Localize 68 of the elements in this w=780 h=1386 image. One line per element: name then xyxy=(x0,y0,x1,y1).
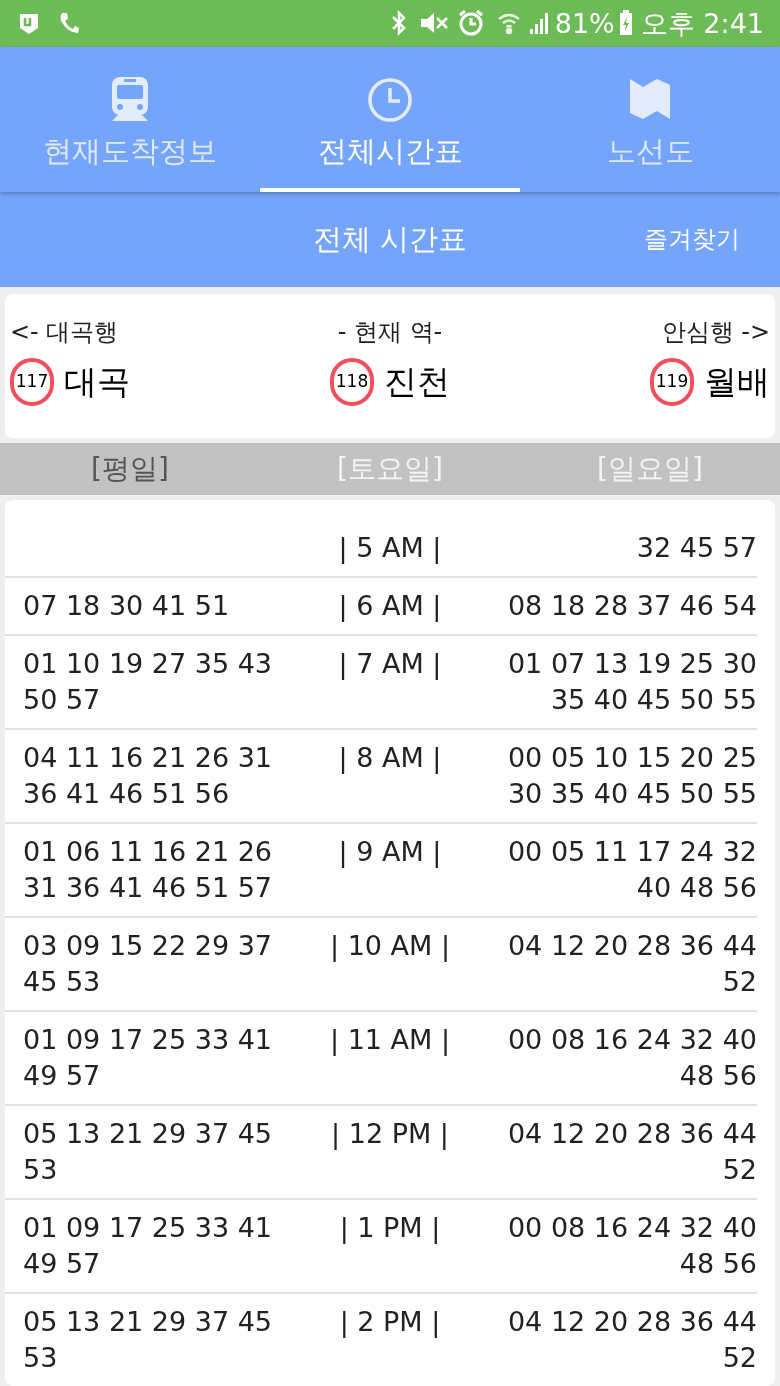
departure-minutes: 08 18 28 37 46 54 xyxy=(507,589,757,623)
hour-label: | 11 AM | xyxy=(329,1023,451,1058)
station-name: 대곡 xyxy=(64,365,130,399)
departure-minutes: 53 xyxy=(23,1153,58,1187)
battery-percent: 81% xyxy=(554,10,615,37)
hour-label: | 10 AM | xyxy=(329,929,451,964)
bluetooth-icon xyxy=(390,10,407,37)
departure-minutes: 04 12 20 28 36 44 xyxy=(507,929,757,963)
departure-minutes: 52 xyxy=(722,1153,757,1187)
departure-minutes: 01 09 17 25 33 41 xyxy=(23,1211,273,1245)
hour-label: | 1 PM | xyxy=(339,1211,441,1246)
departure-minutes: 31 36 41 46 51 57 xyxy=(23,871,273,905)
departure-minutes: 03 09 15 22 29 37 xyxy=(23,929,273,963)
favorites-button[interactable]: 즐겨찾기 xyxy=(644,221,740,258)
wifi-icon xyxy=(496,11,521,36)
day-tab[interactable]: [평일] xyxy=(0,443,260,495)
station-number-badge: 117 xyxy=(10,357,54,406)
direction-label: - 현재 역- xyxy=(337,319,443,344)
departure-minutes: 49 57 xyxy=(23,1059,101,1093)
departure-minutes: 35 40 45 50 55 xyxy=(550,683,757,717)
direction-label: 안심행 -> xyxy=(661,319,770,344)
departure-minutes: 04 12 20 28 36 44 xyxy=(507,1117,757,1151)
departure-minutes: 01 10 19 27 35 43 xyxy=(23,647,273,681)
hour-label: | 2 PM | xyxy=(339,1305,441,1340)
station-name: 진천 xyxy=(384,365,450,399)
hour-label: | 6 AM | xyxy=(338,589,442,624)
station-name: 월배 xyxy=(704,365,770,399)
departure-minutes: 07 18 30 41 51 xyxy=(23,589,230,623)
departure-minutes: 49 57 xyxy=(23,1247,101,1281)
departure-minutes: 04 11 16 21 26 31 xyxy=(23,741,273,775)
departure-minutes: 00 05 11 17 24 32 xyxy=(507,835,757,869)
battery-charging-icon xyxy=(618,10,633,37)
alarm-icon xyxy=(456,9,485,38)
departure-minutes: 53 xyxy=(23,1341,58,1375)
departure-minutes: 00 08 16 24 32 40 xyxy=(507,1211,757,1245)
departure-minutes: 01 07 13 19 25 30 xyxy=(507,647,757,681)
departure-minutes: 04 12 20 28 36 44 xyxy=(507,1305,757,1339)
departure-minutes: 05 13 21 29 37 45 xyxy=(23,1305,273,1339)
page-title: 전체 시간표 xyxy=(312,220,468,258)
station-number-badge: 119 xyxy=(650,357,694,406)
departure-minutes: 50 57 xyxy=(23,683,101,717)
departure-minutes: 40 48 56 xyxy=(636,871,757,905)
hour-label: | 5 AM | xyxy=(338,531,442,566)
direction-label: <- 대곡행 xyxy=(10,319,119,344)
hour-label: | 9 AM | xyxy=(338,835,442,870)
hour-label: | 7 AM | xyxy=(338,647,442,682)
nav-tab[interactable]: 현재도착정보 xyxy=(0,46,260,192)
hour-label: | 8 AM | xyxy=(338,741,442,776)
signal-icon xyxy=(528,11,551,36)
departure-minutes: 52 xyxy=(722,965,757,999)
clock-time: 오후 2:41 xyxy=(640,10,764,37)
departure-minutes: 45 53 xyxy=(23,965,101,999)
departure-minutes: 00 08 16 24 32 40 xyxy=(507,1023,757,1057)
departure-minutes: 48 56 xyxy=(679,1059,757,1093)
nav-tab[interactable]: 노선도 xyxy=(520,46,780,192)
departure-minutes: 01 06 11 16 21 26 xyxy=(23,835,273,869)
departure-minutes: 36 41 46 51 56 xyxy=(23,777,230,811)
departure-minutes: 00 05 10 15 20 25 xyxy=(507,741,757,775)
departure-minutes: 01 09 17 25 33 41 xyxy=(23,1023,273,1057)
clock-icon xyxy=(367,76,413,123)
hour-label: | 12 PM | xyxy=(331,1117,449,1152)
departure-minutes: 05 13 21 29 37 45 xyxy=(23,1117,273,1151)
phone-icon xyxy=(58,11,80,36)
station-number-badge: 118 xyxy=(330,357,374,406)
departure-minutes: 30 35 40 45 50 55 xyxy=(507,777,757,811)
departure-minutes: 52 xyxy=(722,1341,757,1375)
departure-minutes: 48 56 xyxy=(679,1247,757,1281)
departure-minutes: 32 45 57 xyxy=(636,531,757,565)
